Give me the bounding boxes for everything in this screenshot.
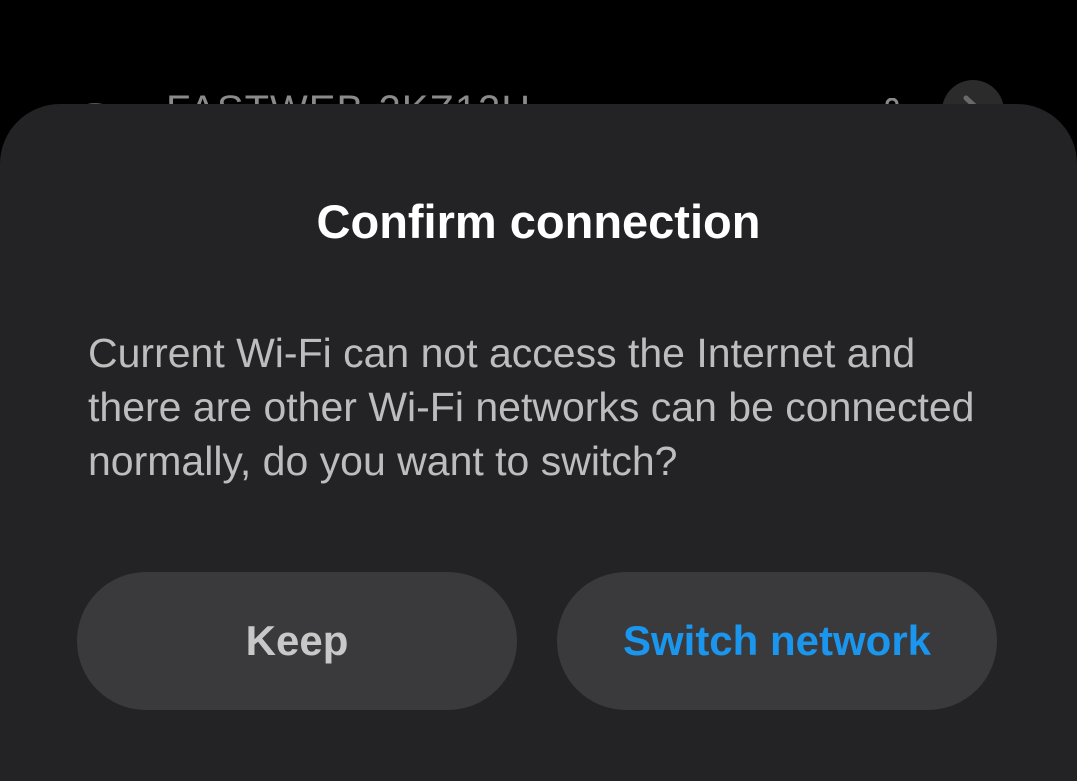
- switch-network-button[interactable]: Switch network: [557, 572, 997, 710]
- dialog-message: Current Wi-Fi can not access the Interne…: [88, 330, 975, 484]
- confirm-connection-dialog: Confirm connection Current Wi-Fi can not…: [0, 104, 1077, 781]
- screen: FASTWEB-2KZ12H Confirm connection Curren…: [0, 0, 1077, 781]
- dialog-title: Confirm connection: [316, 195, 761, 248]
- keep-button[interactable]: Keep: [77, 572, 517, 710]
